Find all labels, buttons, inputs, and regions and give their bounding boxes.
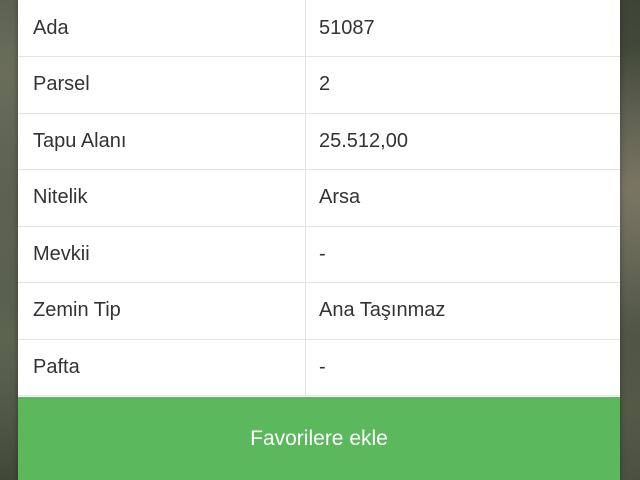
parcel-info-card: Ada 51087 Parsel 2 Tapu Alanı 25.512,00 … [18, 0, 620, 480]
row-label: Pafta [18, 339, 306, 395]
row-value: Arsa [319, 186, 361, 209]
row-value: Ana Taşınmaz [319, 299, 446, 322]
table-row-nitelik: Nitelik Arsa [18, 170, 620, 227]
row-value: 25.512,00 [319, 129, 408, 152]
row-label: Zemin Tip [18, 283, 306, 339]
row-value: 2 [319, 73, 331, 96]
add-to-favorites-button[interactable]: Favorilere ekle [18, 397, 620, 480]
row-value: 51087 [319, 16, 375, 39]
parcel-info-table: Ada 51087 Parsel 2 Tapu Alanı 25.512,00 … [18, 0, 620, 396]
row-label: Mevkii [18, 226, 306, 282]
table-row-tapu-alani: Tapu Alanı 25.512,00 [18, 113, 620, 170]
table-row-mevkii: Mevkii - [18, 226, 620, 283]
table-row-ada: Ada 51087 [18, 0, 620, 57]
row-label: Ada [18, 0, 306, 56]
row-value: - [319, 355, 326, 378]
table-row-parsel: Parsel 2 [18, 57, 620, 114]
row-value: - [319, 242, 326, 265]
row-label: Tapu Alanı [18, 113, 306, 169]
row-label: Parsel [18, 57, 306, 113]
row-label: Nitelik [18, 170, 306, 226]
table-row-pafta: Pafta - [18, 339, 620, 396]
table-row-zemin-tip: Zemin Tip Ana Taşınmaz [18, 283, 620, 340]
